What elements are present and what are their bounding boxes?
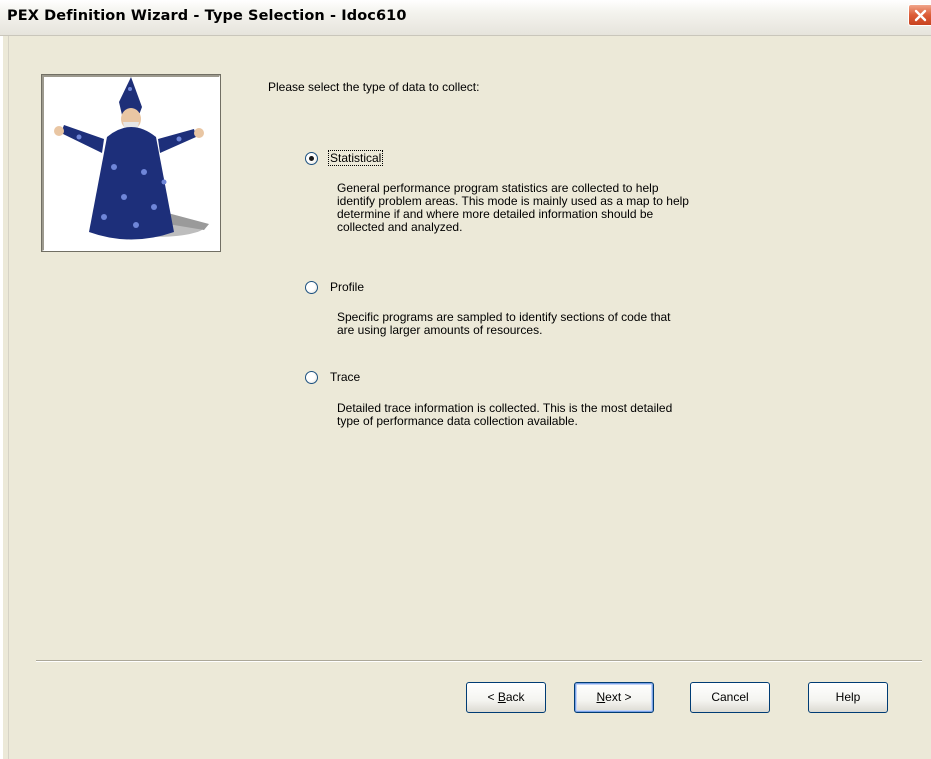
wizard-image bbox=[54, 77, 209, 240]
profile-label[interactable]: Profile bbox=[329, 280, 365, 294]
trace-label[interactable]: Trace bbox=[329, 370, 361, 384]
back-button[interactable]: < Back bbox=[466, 682, 546, 713]
trace-description: Detailed trace information is collected.… bbox=[337, 402, 807, 428]
description-line: are using larger amounts of resources. bbox=[337, 323, 543, 337]
statistical-radio[interactable] bbox=[305, 152, 318, 165]
back-button-mnemonic: B bbox=[497, 690, 506, 704]
back-button-label: ack bbox=[505, 690, 525, 704]
wizard-body: Please select the type of data to collec… bbox=[0, 36, 931, 759]
close-button[interactable] bbox=[908, 4, 931, 26]
selection-prompt: Please select the type of data to collec… bbox=[268, 80, 480, 94]
button-separator bbox=[36, 660, 922, 662]
wizard-window: PEX Definition Wizard - Type Selection -… bbox=[0, 0, 931, 759]
next-button-mnemonic: N bbox=[596, 690, 606, 704]
cancel-button[interactable]: Cancel bbox=[690, 682, 770, 713]
window-title: PEX Definition Wizard - Type Selection -… bbox=[7, 8, 407, 24]
back-button-prefix: < bbox=[487, 690, 498, 704]
profile-radio[interactable] bbox=[305, 281, 318, 294]
trace-radio[interactable] bbox=[305, 371, 318, 384]
statistical-label[interactable]: Statistical bbox=[327, 150, 384, 166]
next-button[interactable]: Next > bbox=[574, 682, 654, 713]
description-line: type of performance data collection avai… bbox=[337, 414, 578, 428]
help-button[interactable]: Help bbox=[808, 682, 888, 713]
title-bar[interactable]: PEX Definition Wizard - Type Selection -… bbox=[0, 0, 931, 36]
wizard-image-frame bbox=[41, 74, 221, 252]
profile-description: Specific programs are sampled to identif… bbox=[337, 311, 807, 337]
next-button-label: ext > bbox=[605, 690, 632, 704]
statistical-description: General performance program statistics a… bbox=[337, 182, 807, 234]
description-line: collected and analyzed. bbox=[337, 220, 463, 234]
close-icon bbox=[914, 9, 927, 22]
